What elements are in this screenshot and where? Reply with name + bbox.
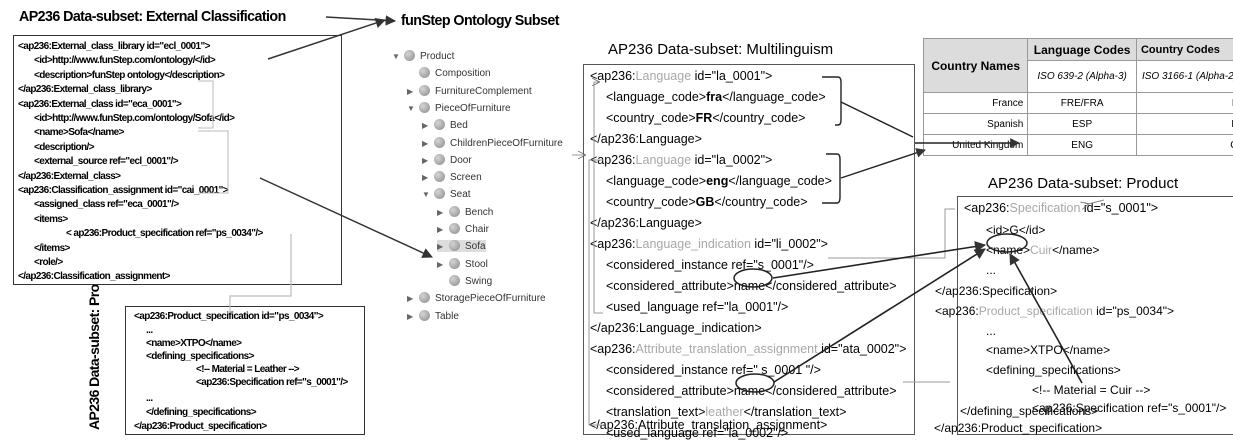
arrow-library-to-ontology: [267, 18, 386, 60]
connector-s0001-ref: [828, 208, 955, 259]
connector-ps-ref: [229, 234, 292, 313]
bracket-la-0001: [822, 76, 842, 126]
arrow-eng-to-uk: [840, 148, 926, 179]
connector-ecl-ref: [198, 80, 214, 129]
ellipse-name-1: [733, 268, 773, 288]
bracket-la-0002: [822, 153, 841, 204]
connector-la-0001-ref: [594, 82, 603, 314]
ellipse-name-product: [986, 233, 1028, 253]
arrow-name2-to-product: [773, 248, 986, 383]
connector-eca-ref: [198, 130, 229, 194]
ellipse-name-2: [735, 373, 775, 393]
connector-la-0002-ref: [588, 159, 603, 426]
arrow-spec-ref: [1088, 199, 1105, 204]
arrow-sofa-to-tree: [259, 177, 433, 258]
arrow-fra-to-france: [840, 101, 914, 138]
arrow-spec-to-name: [1009, 253, 1083, 384]
arrow-name-to-product: [772, 241, 987, 279]
connector-overlay: [107, 15, 1105, 435]
